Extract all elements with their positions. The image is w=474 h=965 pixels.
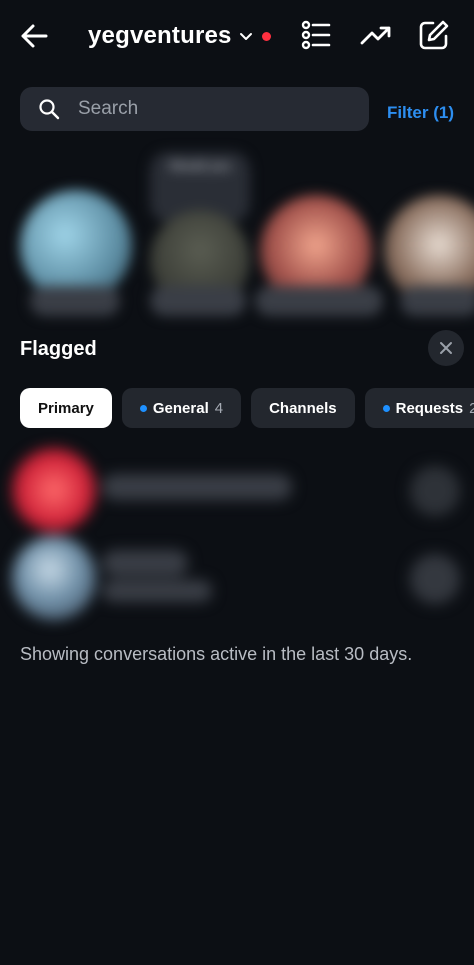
conversation-name xyxy=(102,474,292,500)
filter-button[interactable]: Filter (1) xyxy=(387,103,454,123)
avatar xyxy=(12,448,96,532)
tab-label: Requests xyxy=(395,399,464,417)
list-button[interactable] xyxy=(298,17,334,53)
notes-tray[interactable]: Would you xyxy=(0,150,474,330)
tab-requests[interactable]: Requests 2 xyxy=(364,388,474,428)
note-item[interactable]: Would you xyxy=(140,150,260,320)
tab-label: Channels xyxy=(269,399,337,417)
note-name xyxy=(255,286,383,316)
list-item[interactable] xyxy=(0,444,474,532)
notification-dot xyxy=(261,31,271,41)
open-chevron-icon[interactable] xyxy=(410,466,460,516)
back-arrow-icon xyxy=(21,24,48,48)
header: yegventures xyxy=(0,0,474,72)
inbox-tabs: Primary General 4 Channels Requests 2 xyxy=(20,388,474,428)
tab-count: 2 xyxy=(469,399,474,417)
back-button[interactable] xyxy=(16,18,52,54)
conversation-preview xyxy=(102,580,212,602)
avatar xyxy=(12,536,96,620)
account-switcher[interactable]: yegventures xyxy=(88,20,271,52)
compose-icon xyxy=(419,20,449,50)
tab-count: 4 xyxy=(214,399,224,417)
conversation-list xyxy=(0,440,474,620)
account-name: yegventures xyxy=(88,22,232,49)
search-bar[interactable] xyxy=(20,87,369,131)
search-icon xyxy=(39,99,60,120)
compose-button[interactable] xyxy=(416,17,452,53)
note-item[interactable] xyxy=(255,150,383,320)
conversation-name xyxy=(102,550,188,576)
search-input[interactable] xyxy=(78,87,348,131)
tab-label: General xyxy=(152,399,209,417)
camera-icon[interactable] xyxy=(410,554,460,604)
tab-label: Primary xyxy=(38,399,94,417)
tab-channels[interactable]: Channels xyxy=(251,388,355,428)
trending-icon xyxy=(360,26,391,45)
tab-primary[interactable]: Primary xyxy=(20,388,112,428)
note-name xyxy=(30,286,120,316)
list-item[interactable] xyxy=(0,532,474,620)
close-icon xyxy=(440,342,452,354)
unread-dot xyxy=(139,404,147,412)
list-icon xyxy=(301,20,331,50)
note-item[interactable] xyxy=(0,150,140,320)
inbox-footnote: Showing conversations active in the last… xyxy=(20,644,413,664)
insights-button[interactable] xyxy=(358,17,394,53)
tab-general[interactable]: General 4 xyxy=(121,388,242,428)
flagged-label: Flagged xyxy=(20,338,97,360)
note-name xyxy=(150,286,246,316)
note-item[interactable] xyxy=(380,150,474,320)
flagged-section: Flagged xyxy=(20,330,464,366)
chevron-down-icon xyxy=(239,33,252,40)
unread-dot xyxy=(382,404,390,412)
dismiss-flagged-button[interactable] xyxy=(428,330,464,366)
note-name xyxy=(400,286,474,316)
